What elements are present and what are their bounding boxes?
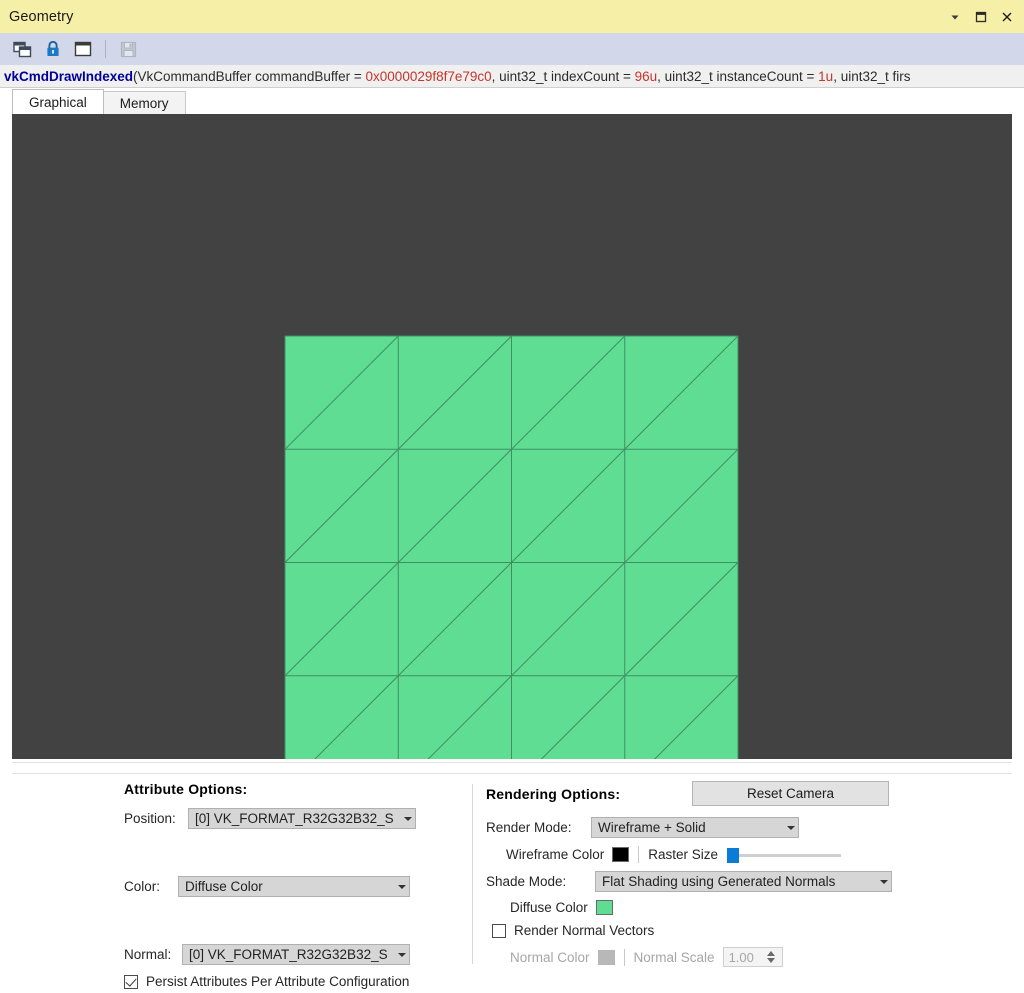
command-part-5: 1u bbox=[818, 68, 834, 84]
command-part-6: , uint32_t firs bbox=[833, 68, 911, 84]
render-mode-combobox[interactable]: Wireframe + Solid bbox=[591, 817, 799, 838]
diffuse-color-row: Diffuse Color bbox=[486, 900, 1024, 915]
viewport-container bbox=[0, 114, 1024, 759]
persist-attributes-row[interactable]: Persist Attributes Per Attribute Configu… bbox=[124, 974, 472, 989]
normal-scale-label: Normal Scale bbox=[633, 949, 715, 965]
chevron-down-icon bbox=[394, 885, 409, 889]
normal-label: Normal: bbox=[124, 947, 172, 962]
position-row: Position: [0] VK_FORMAT_R32G32B32_S bbox=[124, 808, 472, 829]
raster-size-track bbox=[727, 853, 842, 857]
raster-size-slider[interactable] bbox=[727, 847, 842, 863]
position-value: [0] VK_FORMAT_R32G32B32_S bbox=[195, 811, 394, 826]
spinner-arrows bbox=[764, 951, 779, 963]
render-normal-vectors-label: Render Normal Vectors bbox=[514, 923, 655, 938]
render-normal-vectors-row[interactable]: Render Normal Vectors bbox=[486, 923, 1024, 938]
panel-splitter[interactable] bbox=[12, 762, 1012, 774]
shade-mode-combobox[interactable]: Flat Shading using Generated Normals bbox=[595, 871, 892, 892]
window-controls bbox=[942, 0, 1020, 33]
wireframe-color-row: Wireframe Color Raster Size bbox=[486, 846, 1024, 863]
color-label: Color: bbox=[124, 879, 161, 894]
maximize-button[interactable] bbox=[968, 3, 994, 31]
command-part-3: 96u bbox=[634, 68, 658, 84]
raster-size-handle[interactable] bbox=[727, 847, 740, 863]
toolbar bbox=[0, 33, 1024, 65]
chevron-down-icon bbox=[400, 817, 415, 821]
shade-mode-label: Shade Mode: bbox=[486, 874, 567, 889]
command-parameters: VkCommandBuffer commandBuffer = 0x000002… bbox=[138, 69, 911, 84]
lock-icon[interactable] bbox=[38, 36, 68, 62]
window-icon[interactable] bbox=[68, 36, 98, 62]
attribute-options-panel: Attribute Options: Position: [0] VK_FORM… bbox=[0, 781, 472, 989]
attribute-options-title: Attribute Options: bbox=[124, 781, 248, 797]
normal-scale-spinner: 1.00 bbox=[722, 947, 783, 967]
window-titlebar: Geometry bbox=[0, 0, 1024, 33]
spinner-up-icon bbox=[767, 951, 776, 956]
command-part-2: , uint32_t indexCount = bbox=[491, 68, 635, 84]
copy-window-icon[interactable] bbox=[8, 36, 38, 62]
chevron-down-icon bbox=[394, 953, 409, 957]
position-label: Position: bbox=[124, 811, 176, 826]
position-combobox[interactable]: [0] VK_FORMAT_R32G32B32_S bbox=[188, 808, 416, 829]
window-title: Geometry bbox=[9, 8, 74, 25]
raster-size-label: Raster Size bbox=[648, 847, 719, 862]
color-combobox[interactable]: Diffuse Color bbox=[178, 876, 410, 897]
render-mode-label: Render Mode: bbox=[486, 820, 572, 835]
normal-combobox[interactable]: [0] VK_FORMAT_R32G32B32_S bbox=[182, 944, 410, 965]
normal-value: [0] VK_FORMAT_R32G32B32_S bbox=[189, 947, 388, 962]
render-mode-value: Wireframe + Solid bbox=[598, 820, 706, 835]
diffuse-color-swatch[interactable] bbox=[595, 900, 613, 915]
shade-mode-value: Flat Shading using Generated Normals bbox=[602, 874, 836, 889]
mesh-render bbox=[284, 335, 739, 759]
wireframe-color-swatch[interactable] bbox=[612, 847, 630, 862]
normal-row: Normal: [0] VK_FORMAT_R32G32B32_S bbox=[124, 944, 472, 965]
command-signature-bar: vkCmdDrawIndexed(VkCommandBuffer command… bbox=[0, 65, 1024, 88]
color-row: Color: Diffuse Color bbox=[124, 876, 472, 897]
rendering-options-header: Rendering Options: Reset Camera bbox=[486, 781, 1024, 806]
diffuse-color-label: Diffuse Color bbox=[510, 900, 588, 915]
command-part-4: , uint32_t instanceCount = bbox=[657, 68, 819, 84]
persist-attributes-checkbox[interactable] bbox=[124, 974, 138, 989]
chevron-down-icon bbox=[876, 880, 891, 884]
command-function-name: vkCmdDrawIndexed bbox=[4, 68, 134, 84]
render-normal-vectors-checkbox[interactable] bbox=[492, 923, 506, 938]
render-mode-row: Render Mode: Wireframe + Solid bbox=[486, 817, 1024, 838]
normal-color-label: Normal Color bbox=[510, 949, 590, 965]
command-part-1: 0x0000029f8f7e79c0 bbox=[365, 68, 492, 84]
tab-graphical[interactable]: Graphical bbox=[12, 89, 104, 114]
reset-camera-button[interactable]: Reset Camera bbox=[692, 781, 889, 806]
chevron-down-icon bbox=[783, 826, 798, 830]
rendering-options-title: Rendering Options: bbox=[486, 785, 621, 802]
close-button[interactable] bbox=[994, 3, 1020, 31]
geometry-viewport[interactable] bbox=[12, 114, 1012, 759]
normal-scale-value: 1.00 bbox=[728, 949, 754, 965]
command-part-0: VkCommandBuffer commandBuffer = bbox=[137, 68, 366, 84]
spinner-down-icon bbox=[767, 958, 776, 963]
save-icon[interactable] bbox=[113, 36, 143, 62]
tab-memory[interactable]: Memory bbox=[102, 91, 186, 114]
persist-attributes-label: Persist Attributes Per Attribute Configu… bbox=[146, 974, 410, 989]
shade-mode-row: Shade Mode: Flat Shading using Generated… bbox=[486, 871, 1024, 892]
rendering-options-panel: Rendering Options: Reset Camera Render M… bbox=[472, 781, 1024, 974]
normal-controls-separator bbox=[623, 948, 625, 966]
dropdown-button[interactable] bbox=[942, 3, 968, 31]
tabstrip: Graphical Memory bbox=[0, 88, 1024, 114]
color-value: Diffuse Color bbox=[185, 879, 263, 894]
normal-color-row: Normal Color Normal Scale 1.00 bbox=[486, 947, 1024, 967]
toolbar-separator bbox=[105, 40, 106, 58]
options-area: Attribute Options: Position: [0] VK_FORM… bbox=[0, 774, 1024, 989]
wireframe-color-label: Wireframe Color bbox=[506, 847, 605, 862]
controls-separator bbox=[638, 846, 640, 863]
normal-color-swatch bbox=[597, 949, 615, 965]
